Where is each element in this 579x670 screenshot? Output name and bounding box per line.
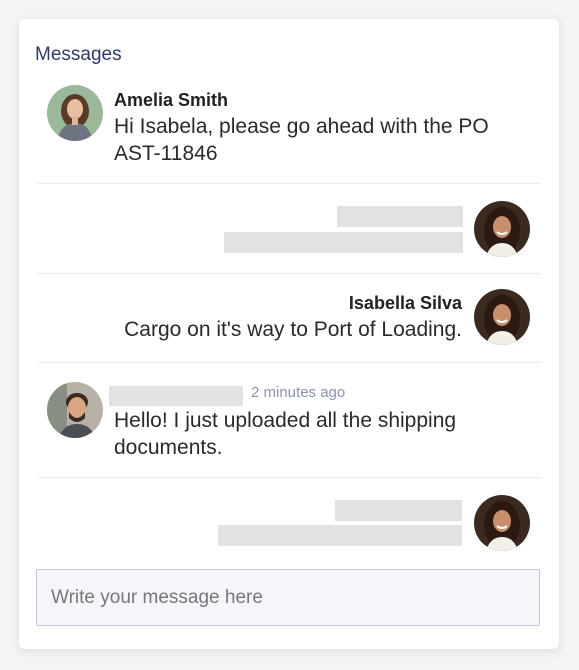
- isabella-avatar-icon: [474, 289, 530, 345]
- isabella-avatar-icon: [474, 201, 530, 257]
- sender-name: Isabella Silva: [348, 293, 462, 313]
- isabella-avatar-icon: [474, 495, 530, 551]
- redacted-name: [337, 206, 463, 227]
- panel-title: Messages: [35, 44, 122, 65]
- redacted-text: [218, 525, 462, 546]
- message-timestamp: 2 minutes ago: [251, 384, 346, 401]
- message-text: Hi Isabela, please go ahead with the PO …: [114, 115, 489, 165]
- message-text: Hello! I just uploaded all the shipping …: [114, 409, 457, 459]
- woman-avatar-icon: [47, 85, 103, 141]
- divider: [37, 183, 541, 184]
- message-composer[interactable]: [36, 569, 540, 626]
- man-avatar-icon: [47, 382, 103, 438]
- divider: [37, 273, 541, 274]
- sender-name: Amelia Smith: [114, 90, 229, 110]
- redacted-name: [335, 500, 462, 521]
- redacted-text: [224, 232, 463, 253]
- message-input[interactable]: [37, 570, 539, 625]
- message-text: Cargo on it's way to Port of Loading.: [124, 318, 462, 341]
- redacted-name: [109, 386, 243, 406]
- divider: [37, 362, 541, 363]
- divider: [37, 477, 541, 478]
- messages-panel: Messages Amelia Smith Hi Isabela, please…: [19, 19, 559, 649]
